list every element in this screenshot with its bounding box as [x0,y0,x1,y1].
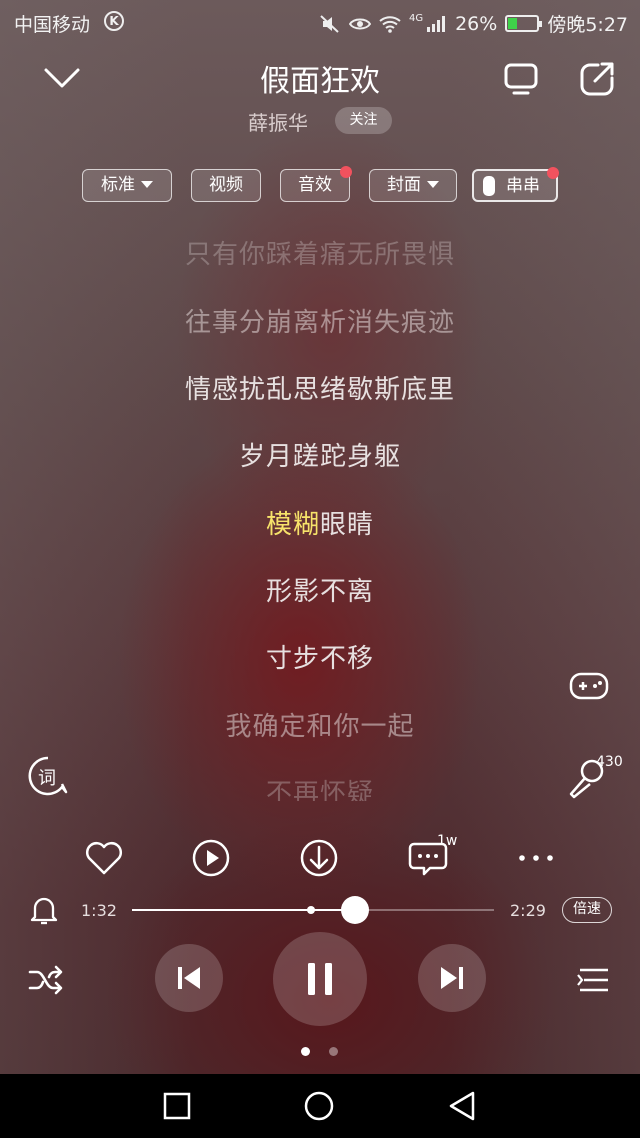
back-triangle-icon[interactable] [447,1090,477,1122]
network-type: 4G [408,13,424,24]
system-navigation-bar [0,1074,640,1138]
lyric-line[interactable]: 我确定和你一起 [0,706,640,743]
signal-icon [427,15,446,32]
song-title: 假面狂欢 [260,64,380,99]
progress-thumb[interactable] [341,896,370,924]
lyric-unsung-part: 眼睛 [320,510,375,540]
carrier-badge-icon: K [104,11,124,31]
elapsed-time: 1:32 [81,901,117,920]
next-button[interactable] [418,944,486,1012]
previous-button[interactable] [155,944,223,1012]
page-indicator-dot-active [301,1047,310,1056]
lyric-line[interactable]: 往事分崩离析消失痕迹 [0,302,640,339]
karaoke-count: 430 [596,754,623,770]
lyric-line[interactable]: 形影不离 [0,571,640,608]
play-pause-button[interactable] [273,932,367,1026]
sound-effect-chip-label: 音效 [298,175,332,195]
lyric-line[interactable]: 不再怀疑 [0,773,640,801]
chuanchuan-chip-label: 串串 [506,176,540,196]
lyric-line[interactable]: 岁月蹉跎身躯 [0,436,640,473]
lyric-line[interactable]: 只有你踩着痛无所畏惧 [0,234,640,271]
download-icon[interactable] [297,836,341,880]
recents-square-icon[interactable] [163,1092,191,1120]
dropdown-arrow-icon [427,180,439,188]
music-video-icon[interactable] [189,836,233,880]
lyric-line-current[interactable]: 模糊眼睛 [0,504,640,541]
mute-icon [320,14,339,33]
lyric-line[interactable]: 寸步不移 [0,638,640,675]
like-heart-icon[interactable] [82,836,126,880]
video-chip-label: 视频 [209,175,243,195]
next-track-icon [441,967,463,989]
cover-chip-label: 封面 [387,175,421,195]
tv-cast-icon[interactable] [502,60,540,98]
shuffle-icon[interactable] [26,960,66,1000]
share-icon[interactable] [578,60,616,98]
wifi-icon [379,15,401,33]
alarm-bell-icon[interactable] [30,895,58,925]
progress-buffer-marker [307,906,315,914]
total-duration: 2:29 [510,901,546,920]
video-chip[interactable]: 视频 [191,169,261,202]
follow-button[interactable]: 关注 [335,107,392,134]
comment-count-badge: 1w [437,833,458,849]
page-indicator-dot [329,1047,338,1056]
quality-chip-label: 标准 [101,175,135,195]
playback-speed-button[interactable]: 倍速 [562,897,612,923]
lyrics-icon-glyph: 词 [38,768,56,789]
status-bar: 中国移动 K 4G 26% 傍晚5:27 [0,0,640,44]
sound-effect-red-dot [340,166,352,178]
more-dots-icon[interactable] [514,836,558,880]
playlist-icon[interactable] [574,960,614,1000]
eye-icon [348,18,371,29]
carrier-name: 中国移动 [14,14,91,36]
dropdown-arrow-icon [141,180,153,188]
chuanchuan-red-dot [547,167,559,179]
collapse-chevron-icon[interactable] [42,60,82,96]
home-circle-icon[interactable] [303,1090,335,1122]
quality-chip[interactable]: 标准 [82,169,172,202]
battery-percent: 26% [455,12,498,35]
game-controller-icon[interactable] [567,664,611,708]
pause-icon [308,963,332,995]
battery-icon [505,15,543,32]
previous-track-icon [178,967,200,989]
lyric-sung-part: 模糊 [265,510,320,540]
toggle-pill-icon [483,176,495,196]
lyric-line[interactable]: 情感扰乱思绪歇斯底里 [0,369,640,406]
progress-played [132,909,356,911]
chuanchuan-toggle-chip[interactable]: 串串 [472,169,558,202]
artist-name[interactable]: 薛振华 [248,107,308,136]
clock: 傍晚5:27 [547,14,628,36]
cover-chip[interactable]: 封面 [369,169,457,202]
lyrics-toggle-button[interactable]: 词 [26,754,70,798]
